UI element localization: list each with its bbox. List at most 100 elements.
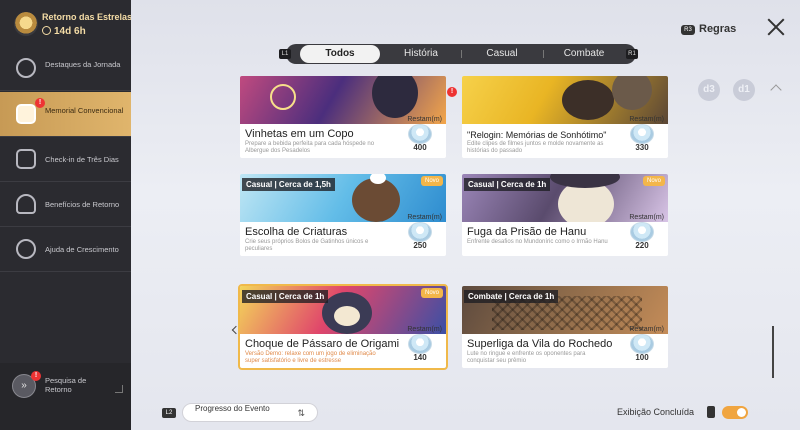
new-badge: Novo <box>642 176 665 186</box>
category-tag: Casual | Cerca de 1h <box>464 178 551 191</box>
reward-amount: 400 <box>413 143 427 152</box>
card-title: Fuga da Prisão de Hanu <box>467 226 587 238</box>
card-title: Escolha de Criaturas <box>245 226 348 238</box>
alert-badge: ! <box>31 371 41 381</box>
event-timer: 14d 6h <box>42 26 86 37</box>
crystal-icon <box>630 334 654 354</box>
card-description: Crie seus próprios Bolos de Gatinhos úni… <box>245 239 369 252</box>
reward-label: Restam(m) <box>407 326 442 333</box>
reward-label-suffix: (m) <box>431 214 443 221</box>
cocktail-art <box>270 84 296 110</box>
tab-historia[interactable]: História <box>382 44 460 64</box>
projector-art <box>562 80 614 120</box>
sidebar-item-destaques[interactable]: Destaques da Jornada <box>0 46 131 91</box>
crystal-icon <box>630 124 654 144</box>
event-card-relogin[interactable]: "Relogin: Memórias de Sonhótimo" Edite c… <box>462 76 668 158</box>
card-description: Edite clipes de filmes juntos e molde no… <box>467 141 604 154</box>
show-completed-toggle[interactable] <box>722 406 748 419</box>
event-card-vinhetas[interactable]: Vinhetas em um Copo Prepare a bebida per… <box>240 76 446 158</box>
reward-label: Restam(m) <box>407 116 442 123</box>
l2-key-icon: L2 <box>162 408 176 418</box>
card-title: Choque de Pássaro de Origami <box>245 338 400 350</box>
reward-label: Restam(m) <box>629 326 664 333</box>
sidebar-item-ajuda[interactable]: Ajuda de Crescimento <box>0 227 131 272</box>
creature-art <box>352 178 400 222</box>
rules-button[interactable]: R3 Regras <box>681 19 736 35</box>
card-description: Lute no ringue e enfrente os oponentes p… <box>467 351 586 364</box>
event-card-escolha[interactable]: Casual | Cerca de 1,5h Novo Escolha de C… <box>240 174 446 256</box>
bird-face-art <box>334 306 360 326</box>
sidebar-item-pesquisa[interactable]: » ! Pesquisa de Retorno <box>0 363 131 430</box>
tab-todos[interactable]: Todos <box>300 45 380 63</box>
sidebar-item-label: Check-in de Três Dias <box>45 155 119 164</box>
alert-badge: ! <box>447 87 457 97</box>
chevron-up-icon[interactable] <box>770 84 782 96</box>
corner-mark-icon <box>115 385 123 393</box>
card-description: Versão Demo: relaxe com um jogo de elimi… <box>245 351 376 364</box>
l1-key-icon: L1 <box>279 49 291 59</box>
reward-label-suffix: (m) <box>653 326 665 333</box>
reward-badge: Restam(m) 140 <box>402 326 442 366</box>
category-tag: Casual | Cerca de 1,5h <box>242 178 335 191</box>
star-emblem-icon <box>14 12 38 36</box>
reward-amount: 140 <box>413 353 427 362</box>
reward-amount: 100 <box>635 353 649 362</box>
sidebar-item-label: Ajuda de Crescimento <box>45 245 119 254</box>
reward-label-suffix: (m) <box>431 116 443 123</box>
sort-icon: ⇅ <box>297 408 305 418</box>
event-progress-button[interactable]: Progresso do Evento ⇅ <box>182 403 318 422</box>
sidebar-item-memorial[interactable]: ! Memorial Convencional <box>0 92 131 137</box>
event-card-fuga[interactable]: Casual | Cerca de 1h Novo Fuga da Prisão… <box>462 174 668 256</box>
sidebar-item-label: Pesquisa de Retorno <box>45 376 87 394</box>
star-pin-icon <box>16 58 36 78</box>
alert-badge: ! <box>35 98 45 108</box>
show-completed-label: Exibição Concluída <box>617 407 695 417</box>
tab-combate[interactable]: Combate <box>544 44 624 64</box>
reward-label: Restam(m) <box>629 116 664 123</box>
card-title: "Relogin: Memórias de Sonhótimo" <box>467 130 607 140</box>
sidebar-item-beneficios[interactable]: Benefícios de Retorno <box>0 182 131 227</box>
sidebar-item-label: Benefícios de Retorno <box>45 200 120 209</box>
reward-badge: Restam(m) 400 <box>402 116 442 156</box>
tab-casual[interactable]: Casual <box>462 44 542 64</box>
reward-badge: Restam(m) 330 <box>624 116 664 156</box>
new-badge: Novo <box>420 176 443 186</box>
toggle-knob <box>737 408 746 417</box>
sidebar: Retorno das Estrelas 14d 6h Destaques da… <box>0 0 131 430</box>
faded-badge-icon: d1 <box>733 79 755 101</box>
close-icon[interactable] <box>767 18 785 36</box>
card-title: Superliga da Vila do Rochedo <box>467 338 613 350</box>
new-badge: Novo <box>420 288 443 298</box>
reward-amount: 220 <box>635 241 649 250</box>
event-title: Retorno das Estrelas <box>42 12 131 22</box>
reward-label-suffix: (m) <box>653 214 665 221</box>
sidebar-item-label: Memorial Convencional <box>45 106 124 115</box>
sidebar-item-label: Destaques da Jornada <box>45 60 121 69</box>
card-description: Prepare a bebida perfeita para cada hósp… <box>245 141 375 154</box>
category-tag: Casual | Cerca de 1h <box>242 290 329 303</box>
event-card-superliga[interactable]: Combate | Cerca de 1h Superliga da Vila … <box>462 286 668 368</box>
r3-key-icon: R3 <box>681 25 695 35</box>
category-tag: Combate | Cerca de 1h <box>464 290 559 303</box>
reward-badge: Restam(m) 220 <box>624 214 664 254</box>
crystal-icon <box>630 222 654 242</box>
chevron-left-icon <box>231 325 241 335</box>
category-tabs: L1 Todos História Casual Combate R1 <box>279 44 638 64</box>
r1-key-icon: R1 <box>626 49 638 59</box>
controller-key-icon <box>707 406 715 418</box>
calendar-icon <box>16 149 36 169</box>
reward-amount: 250 <box>413 241 427 250</box>
reward-label-suffix: (m) <box>653 116 665 123</box>
reward-badge: Restam(m) 250 <box>402 214 442 254</box>
sidebar-item-checkin[interactable]: Check-in de Três Dias <box>0 137 131 182</box>
card-title: Vinhetas em um Copo <box>245 128 354 140</box>
crystal-icon <box>408 222 432 242</box>
rules-label: Regras <box>699 23 737 35</box>
event-card-choque[interactable]: Casual | Cerca de 1h Novo Choque de Páss… <box>238 284 448 370</box>
character-art <box>372 76 418 118</box>
crystal-icon <box>408 124 432 144</box>
event-progress-label: Progresso do Evento <box>195 404 270 413</box>
reward-amount: 330 <box>635 143 649 152</box>
reward-label-suffix: (m) <box>431 326 443 333</box>
scrollbar[interactable] <box>772 326 774 378</box>
